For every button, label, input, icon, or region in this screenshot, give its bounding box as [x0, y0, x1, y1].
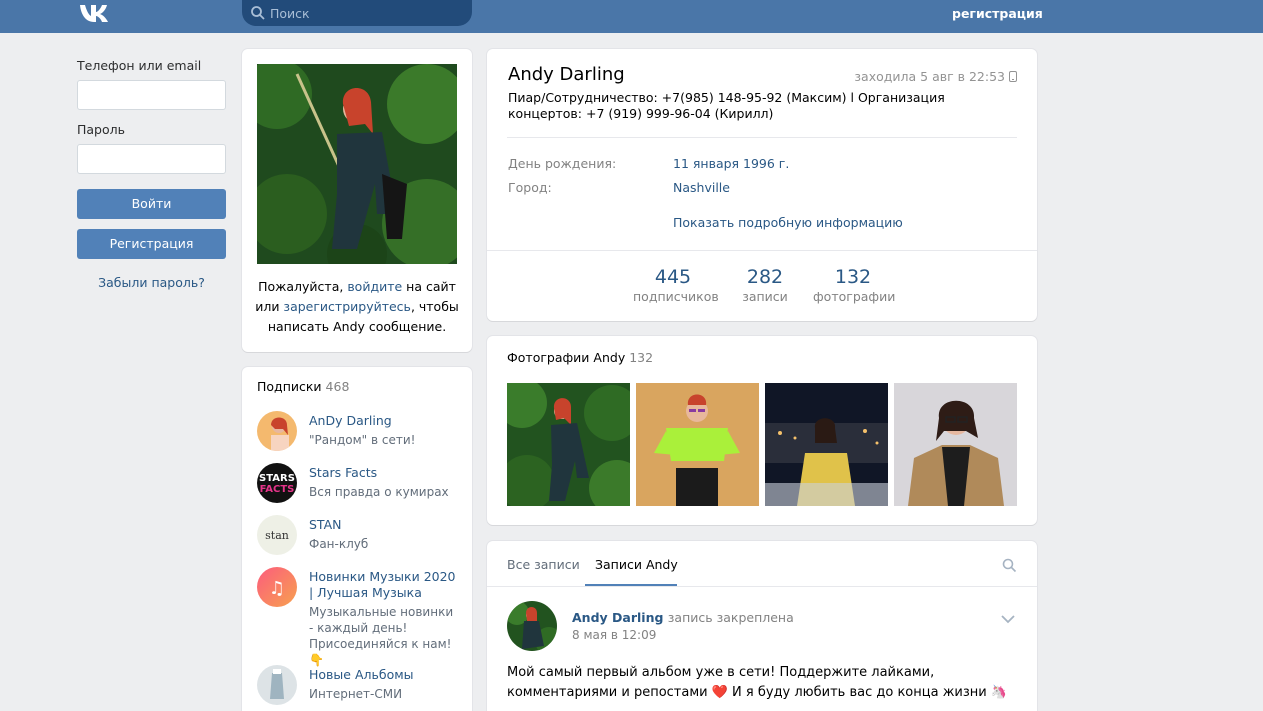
- subscriptions-count: 468: [325, 379, 350, 394]
- forgot-password-link[interactable]: Забыли пароль?: [77, 275, 226, 290]
- stat-value: 282: [746, 266, 784, 288]
- profile-info-card: Andy Darling заходила 5 авг в 22:53 Пиар…: [487, 49, 1037, 321]
- svg-text:FACTS: FACTS: [260, 484, 295, 495]
- subscription-name[interactable]: Stars Facts: [309, 465, 459, 481]
- post-date[interactable]: 8 мая в 12:09: [572, 628, 656, 642]
- tab-all-posts[interactable]: Все записи: [507, 557, 580, 572]
- svg-text:STARS: STARS: [259, 473, 295, 484]
- photos-title: Фотографии Andy: [507, 350, 626, 365]
- photo-thumb[interactable]: [636, 383, 759, 506]
- stat-posts[interactable]: 282 записи: [735, 265, 795, 304]
- registration-button[interactable]: Регистрация: [77, 229, 226, 259]
- svg-text:♫: ♫: [269, 578, 285, 599]
- city-value[interactable]: Nashville: [673, 180, 730, 195]
- phone-label: Телефон или email: [77, 58, 202, 73]
- mobile-icon: [1009, 71, 1017, 82]
- avatar[interactable]: [257, 665, 297, 705]
- login-button[interactable]: Войти: [77, 189, 226, 219]
- subscription-desc: Вся правда о кумирах: [309, 485, 449, 499]
- post-author-name[interactable]: Andy Darling: [572, 610, 663, 625]
- post-author[interactable]: Andy Darling запись закреплена: [572, 610, 794, 625]
- tab-andy-posts[interactable]: Записи Andy: [595, 557, 678, 572]
- stat-photos[interactable]: 132 фотографии: [813, 265, 896, 304]
- chevron-down-icon[interactable]: [1001, 615, 1015, 624]
- stat-label: фотографии: [813, 289, 896, 304]
- photo-thumb[interactable]: [894, 383, 1017, 506]
- profile-photo[interactable]: [257, 64, 457, 264]
- last-seen: заходила 5 авг в 22:53: [854, 69, 1017, 84]
- divider: [487, 586, 1037, 587]
- subscriptions-header[interactable]: Подписки 468: [257, 379, 349, 394]
- subscriptions-card: Подписки 468 AnDy Darling "Рандом" в сети…: [242, 367, 472, 711]
- search-icon: [251, 6, 265, 20]
- photos-card: Фотографии Andy 132: [487, 336, 1037, 525]
- register-inline-link[interactable]: зарегистрируйтесь: [283, 299, 411, 314]
- top-bar: регистрация: [0, 0, 1263, 33]
- search-icon[interactable]: [1002, 558, 1017, 573]
- profile-photo-card: Пожалуйста, войдите на сайт или зарегист…: [242, 49, 472, 352]
- photo-thumb[interactable]: [765, 383, 888, 506]
- register-link[interactable]: регистрация: [952, 6, 1043, 21]
- profile-name: Andy Darling: [508, 64, 625, 85]
- password-label: Пароль: [77, 122, 125, 137]
- login-form: Телефон или email Пароль Войти Регистрац…: [77, 58, 226, 290]
- subscription-name[interactable]: Новинки Музыки 2020 | Лучшая Музыка: [309, 569, 459, 601]
- profile-status: Пиар/Сотрудничество: +7(985) 148-95-92 (…: [508, 90, 945, 121]
- subscription-name[interactable]: AnDy Darling: [309, 413, 459, 429]
- message-prompt: Пожалуйста, войдите на сайт или зарегист…: [252, 277, 462, 337]
- vk-logo-icon[interactable]: [78, 2, 110, 24]
- subscriptions-title: Подписки: [257, 379, 322, 394]
- search-box[interactable]: [242, 0, 472, 26]
- show-more-info-link[interactable]: Показать подробную информацию: [673, 215, 903, 230]
- avatar[interactable]: STARS FACTS: [257, 463, 297, 503]
- svg-text:stan: stan: [265, 529, 289, 542]
- avatar[interactable]: stan: [257, 515, 297, 555]
- post-text: Мой самый первый альбом уже в сети! Подд…: [507, 665, 1008, 700]
- subscription-desc: Интернет-СМИ: [309, 687, 403, 701]
- birthday-label: День рождения:: [508, 156, 617, 171]
- stat-followers[interactable]: 445 подписчиков: [633, 265, 719, 304]
- photos-count: 132: [629, 350, 654, 365]
- subscription-name[interactable]: STAN: [309, 517, 459, 533]
- city-label: Город:: [508, 180, 552, 195]
- photo-thumb[interactable]: [507, 383, 630, 506]
- phone-input[interactable]: [77, 80, 226, 110]
- divider: [487, 250, 1037, 251]
- divider: [507, 137, 1017, 138]
- wall-card: Все записи Записи Andy Andy Darling запи…: [487, 541, 1037, 711]
- stat-value: 445: [654, 266, 692, 288]
- prompt-text: Пожалуйста,: [258, 279, 348, 294]
- birthday-value[interactable]: 11 января 1996 г.: [673, 156, 789, 171]
- post-pinned-label: запись закреплена: [667, 610, 794, 625]
- last-seen-text: заходила 5 авг в 22:53: [854, 69, 1006, 84]
- avatar[interactable]: [257, 411, 297, 451]
- subscription-desc: Музыкальные новинки - каждый день! Присо…: [309, 605, 454, 667]
- stat-value: 132: [834, 266, 872, 288]
- photos-header[interactable]: Фотографии Andy 132: [507, 350, 653, 365]
- post-author-avatar[interactable]: [507, 601, 557, 651]
- stat-label: записи: [742, 289, 788, 304]
- subscription-name[interactable]: Новые Альбомы: [309, 667, 459, 683]
- password-input[interactable]: [77, 144, 226, 174]
- subscription-desc: Фан-клуб: [309, 537, 369, 551]
- stat-label: подписчиков: [633, 289, 719, 304]
- login-inline-link[interactable]: войдите: [347, 279, 402, 294]
- subscription-desc: "Рандом" в сети!: [309, 433, 416, 447]
- avatar[interactable]: ♫: [257, 567, 297, 607]
- search-input[interactable]: [270, 3, 460, 23]
